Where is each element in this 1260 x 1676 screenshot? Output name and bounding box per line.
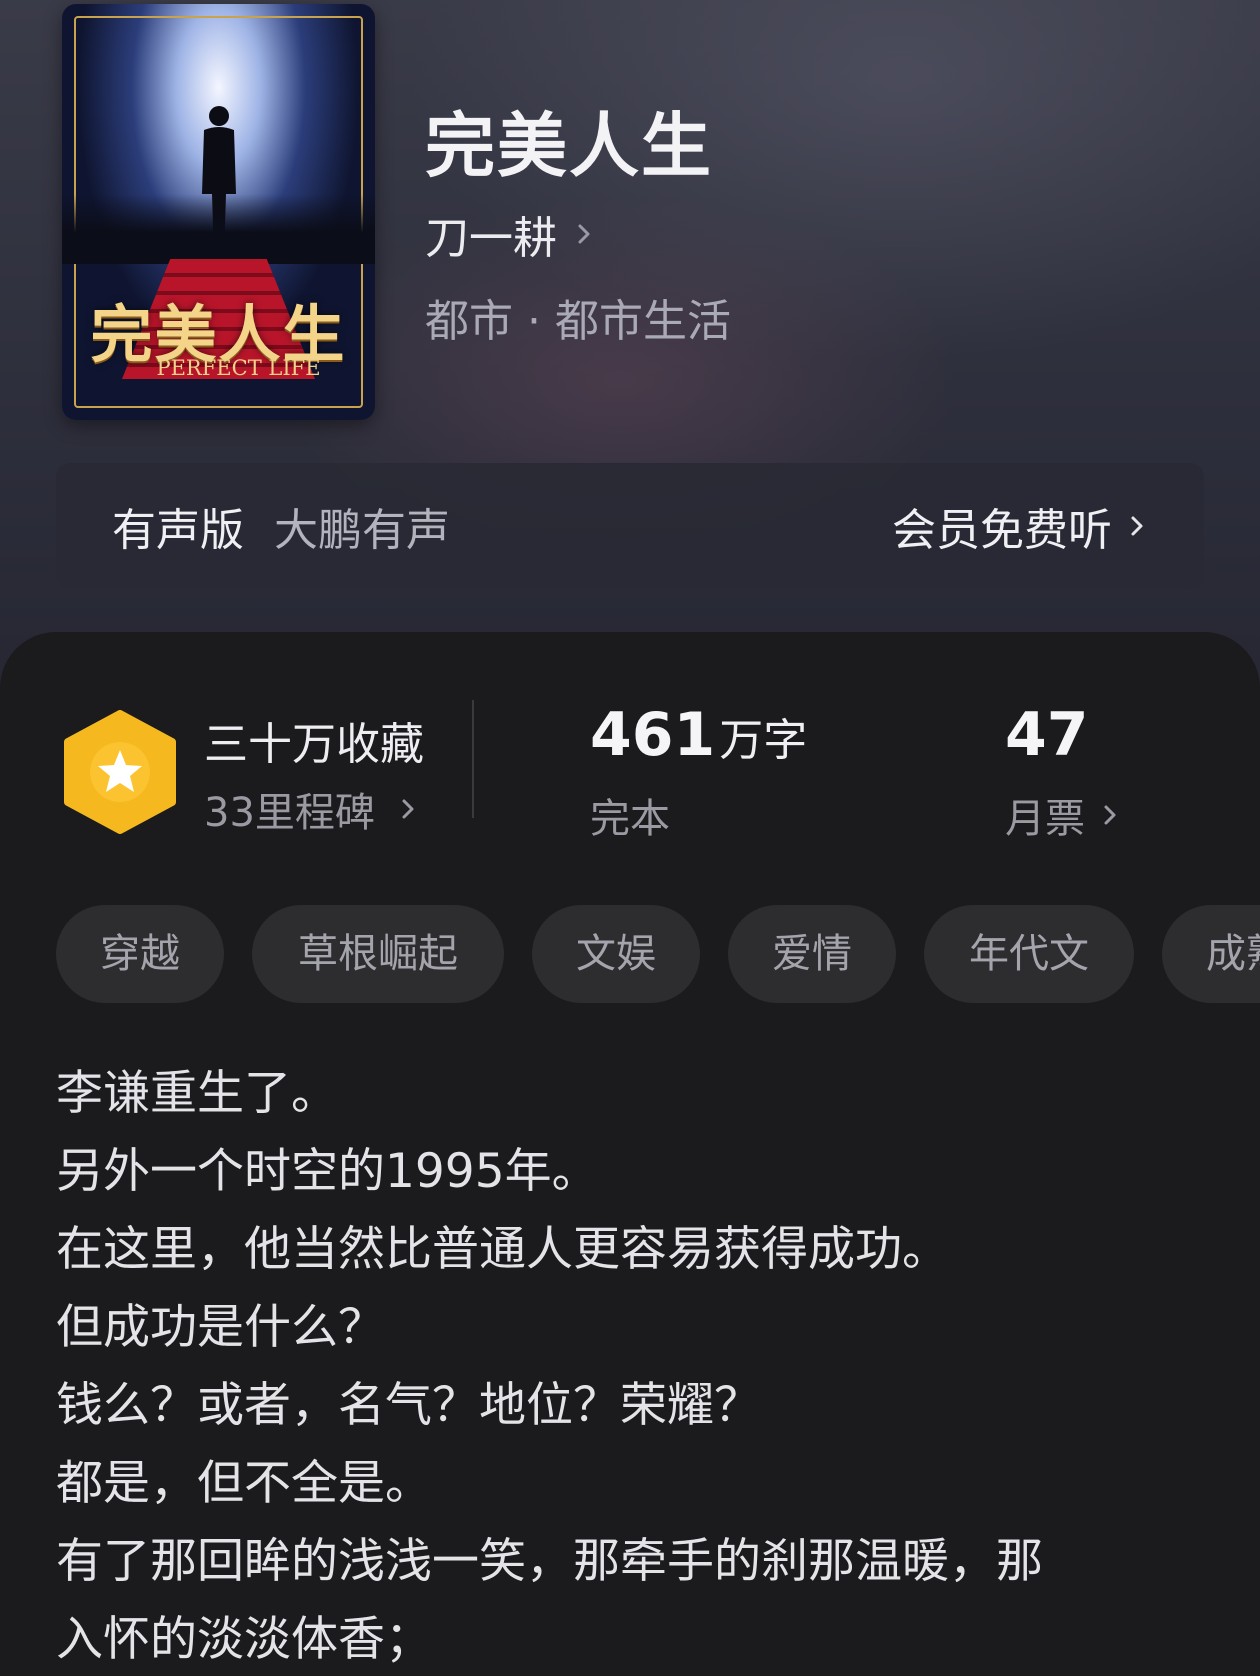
description-line: 李谦重生了。 [56,1066,338,1121]
stats-divider [472,700,474,818]
tag-chip[interactable]: 年代文 [924,905,1134,1003]
star-badge-icon [64,710,176,834]
tag-list: 穿越 草根崛起 文娱 爱情 年代文 成熟 [56,905,1260,1003]
favorites-count: 三十万收藏 [204,719,424,770]
monthly-votes-label: 月票 [1005,796,1085,842]
description-line: 在这里，他当然比普通人更容易获得成功。 [56,1222,949,1277]
book-cover[interactable]: 完美人生 PERFECT LIFE [62,4,375,420]
description-line: 另外一个时空的1995年。 [56,1144,599,1199]
description-line: 但成功是什么？ [56,1300,385,1355]
member-free-listen-link[interactable]: 会员免费听 [892,494,1148,558]
word-count: 461 万字 [590,700,807,770]
description-line: 有了那回眸的浅浅一笑，那牵手的刹那温暖，那 [56,1534,1043,1589]
cover-title-en: PERFECT LIFE [156,356,321,380]
chevron-right-icon [578,224,590,244]
word-count-unit: 万字 [719,715,808,766]
tag-chip[interactable]: 草根崛起 [252,905,504,1003]
audio-version-bar[interactable]: 有声版 大鹏有声 会员免费听 [56,463,1204,589]
tag-chip[interactable]: 穿越 [56,905,224,1003]
word-count-number: 461 [590,700,716,770]
chevron-right-icon [402,799,414,819]
monthly-votes-link[interactable]: 月票 [1005,786,1121,844]
cover-crowd [62,194,375,264]
book-description[interactable]: 李谦重生了。 另外一个时空的1995年。 在这里，他当然比普通人更容易获得成功。… [56,1055,1206,1676]
audio-publisher: 大鹏有声 [274,505,450,556]
description-line: 入怀的淡淡体香； [56,1612,432,1667]
audio-label: 有声版 [112,505,244,556]
tag-chip[interactable]: 爱情 [728,905,896,1003]
monthly-votes-count: 47 [1005,700,1089,770]
tag-chip[interactable]: 文娱 [532,905,700,1003]
description-line: 钱么？或者，名气？地位？荣耀？ [56,1378,761,1433]
milestones-label: 33里程碑 [204,790,375,836]
member-free-listen-label: 会员免费听 [892,505,1112,556]
book-title: 完美人生 [425,105,713,187]
chevron-right-icon [1131,516,1143,536]
tag-chip[interactable]: 成熟 [1162,905,1260,1003]
genre-label: 都市 · 都市生活 [425,296,731,347]
chevron-right-icon [1104,805,1116,825]
milestones-link[interactable]: 33里程碑 [204,780,419,838]
description-line: 都是，但不全是。 [56,1456,432,1511]
completion-status: 完本 [590,796,670,842]
author-link[interactable]: 刀一耕 [425,202,595,266]
author-name: 刀一耕 [425,213,557,264]
